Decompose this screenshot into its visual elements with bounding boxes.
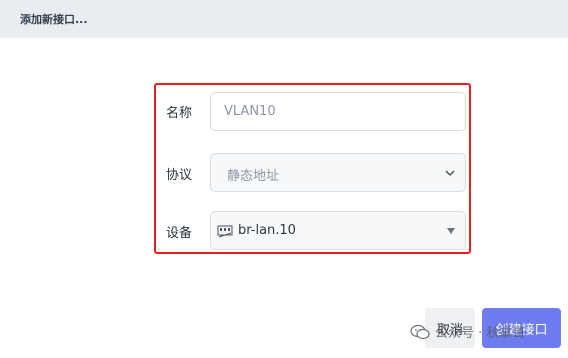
device-select[interactable]: br-lan.10	[210, 211, 466, 250]
triangle-down-icon	[447, 228, 455, 234]
ethernet-port-icon	[217, 225, 233, 238]
protocol-label: 协议	[166, 168, 193, 183]
watermark-text: 公众号 · 秋拿哥	[435, 326, 526, 341]
name-label: 名称	[166, 106, 193, 121]
dialog-title: 添加新接口...	[20, 13, 88, 26]
name-input-placeholder: VLAN10	[224, 104, 276, 119]
chevron-down-icon	[445, 170, 455, 177]
dialog-header: 添加新接口...	[0, 0, 568, 38]
add-interface-dialog: 添加新接口... 名称 VLAN10 协议 静态地址 设备 br-lan.10 …	[0, 0, 568, 358]
watermark: 公众号 · 秋拿哥	[410, 322, 525, 341]
protocol-selected-value: 静态地址	[227, 169, 280, 184]
wechat-icon	[410, 324, 430, 339]
name-input[interactable]: VLAN10	[210, 92, 466, 131]
device-label: 设备	[166, 226, 193, 241]
device-selected-value: br-lan.10	[238, 223, 296, 238]
protocol-select[interactable]: 静态地址	[210, 153, 466, 192]
